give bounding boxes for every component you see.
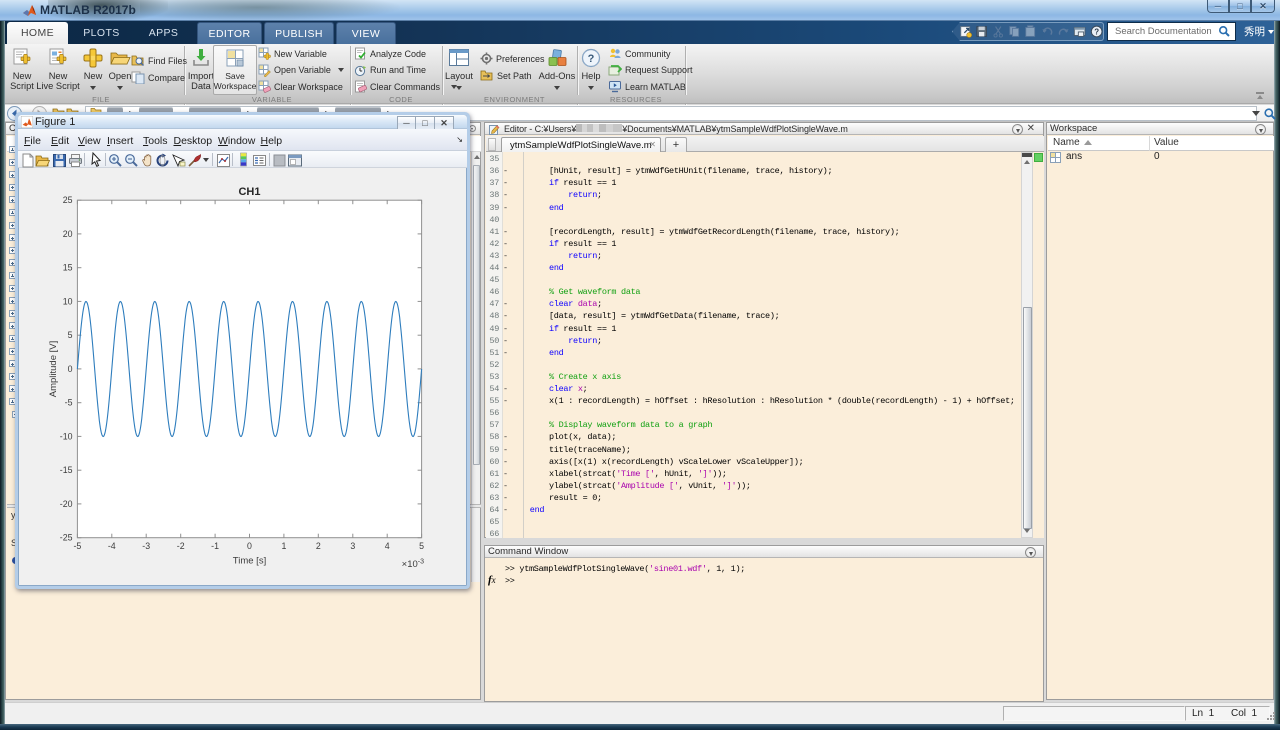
svg-text:5: 5 <box>419 541 424 551</box>
svg-text:-2: -2 <box>177 541 185 551</box>
svg-text:10: 10 <box>63 296 73 306</box>
svg-text:-3: -3 <box>142 541 150 551</box>
svg-text:?: ? <box>1094 28 1099 37</box>
svg-text:20: 20 <box>63 229 73 239</box>
svg-text:-4: -4 <box>108 541 116 551</box>
svg-text:Time [s]: Time [s] <box>233 556 266 567</box>
svg-text:25: 25 <box>63 195 73 205</box>
svg-text:1: 1 <box>281 541 286 551</box>
svg-text:0: 0 <box>68 364 73 374</box>
svg-text:×10-3: ×10-3 <box>402 559 424 571</box>
svg-text:3: 3 <box>350 541 355 551</box>
svg-text:-1: -1 <box>211 541 219 551</box>
svg-text:-25: -25 <box>60 533 73 543</box>
svg-text:?: ? <box>588 53 595 65</box>
svg-text:2: 2 <box>316 541 321 551</box>
svg-text:5: 5 <box>68 330 73 340</box>
svg-text:0: 0 <box>247 541 252 551</box>
svg-text:4: 4 <box>385 541 390 551</box>
svg-text:-15: -15 <box>60 465 73 475</box>
svg-text:-5: -5 <box>73 541 81 551</box>
svg-text:CH1: CH1 <box>238 186 260 198</box>
svg-text:-10: -10 <box>60 431 73 441</box>
svg-text:-5: -5 <box>65 398 73 408</box>
svg-text:Amplitude [V]: Amplitude [V] <box>48 341 59 398</box>
svg-text:15: 15 <box>63 263 73 273</box>
svg-text:-20: -20 <box>60 499 73 509</box>
